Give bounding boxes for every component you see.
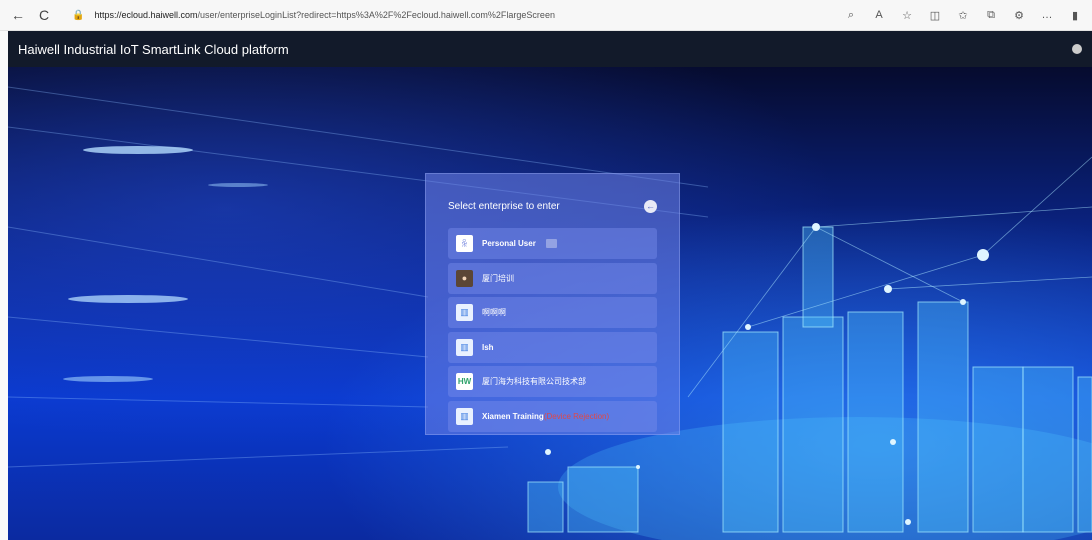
back-button[interactable]: ← [644,199,657,213]
left-gutter [0,31,8,540]
language-globe-icon[interactable] [1072,44,1082,54]
browser-actions: ⌕ A ☆ ◫ ✩ ⧉ ⚙ … ▮ [844,9,1082,22]
more-icon[interactable]: … [1040,9,1054,22]
sidebar-icon[interactable]: ▮ [1068,9,1082,22]
enterprise-item[interactable]: ▥ 啊啊啊 [448,297,657,328]
enterprise-name: Xiamen Training [482,411,544,421]
extensions-icon[interactable]: ⚙ [1012,9,1026,22]
enterprise-item[interactable]: HW 厦门海为科技有限公司技术部 [448,366,657,397]
url-path: /user/enterpriseLoginList?redirect=https… [197,10,555,20]
url-host: https://ecloud.haiwell.com [94,10,198,20]
collections-icon[interactable]: ⧉ [984,9,998,22]
enterprise-label: 厦门培训 [482,273,514,283]
app-title: Haiwell Industrial IoT SmartLink Cloud p… [18,41,289,57]
enterprise-label: Xiamen Training(Device Rejection) [482,412,609,421]
id-card-icon [545,239,557,248]
lock-icon[interactable]: 🔒 [72,10,84,21]
split-screen-icon[interactable]: ◫ [928,9,942,22]
read-aloud-icon[interactable]: A [872,9,886,22]
favorite-icon[interactable]: ☆ [900,9,914,22]
enterprise-label: 厦门海为科技有限公司技术部 [482,377,586,386]
building-icon: ▥ [456,304,473,321]
panel-header: Select enterprise to enter ← [448,198,657,214]
enterprise-list: ꆜ Personal User ● 厦门培训 ▥ 啊啊啊 ▥ lsh HW 厦门… [448,228,657,432]
company-logo-icon: HW [456,373,473,390]
enterprise-select-panel: Select enterprise to enter ← ꆜ Personal … [425,173,680,435]
favorites-icon[interactable]: ✩ [956,9,970,22]
enterprise-label: Personal User [482,239,536,248]
enterprise-item[interactable]: ▥ lsh [448,331,657,363]
panel-title: Select enterprise to enter [448,200,560,212]
refresh-icon[interactable]: C [36,7,52,23]
user-icon: ꆜ [456,235,473,252]
enterprise-item[interactable]: ▥ Xiamen Training(Device Rejection) [448,400,657,432]
building-icon: ▥ [456,338,473,356]
avatar-photo: ● [456,269,473,287]
app-header: Haiwell Industrial IoT SmartLink Cloud p… [8,31,1092,67]
enterprise-label: lsh [482,342,494,352]
address-bar[interactable]: https://ecloud.haiwell.com/user/enterpri… [94,10,555,20]
browser-toolbar: ← C 🔒 https://ecloud.haiwell.com/user/en… [0,0,1092,31]
enterprise-label: 啊啊啊 [482,308,506,317]
enterprise-item-personal-user[interactable]: ꆜ Personal User [448,228,657,259]
building-icon: ▥ [456,407,473,425]
device-rejection-note: (Device Rejection) [543,411,610,421]
search-icon[interactable]: ⌕ [844,9,858,22]
enterprise-item[interactable]: ● 厦门培训 [448,262,657,294]
back-arrow-icon[interactable]: ← [10,7,26,23]
